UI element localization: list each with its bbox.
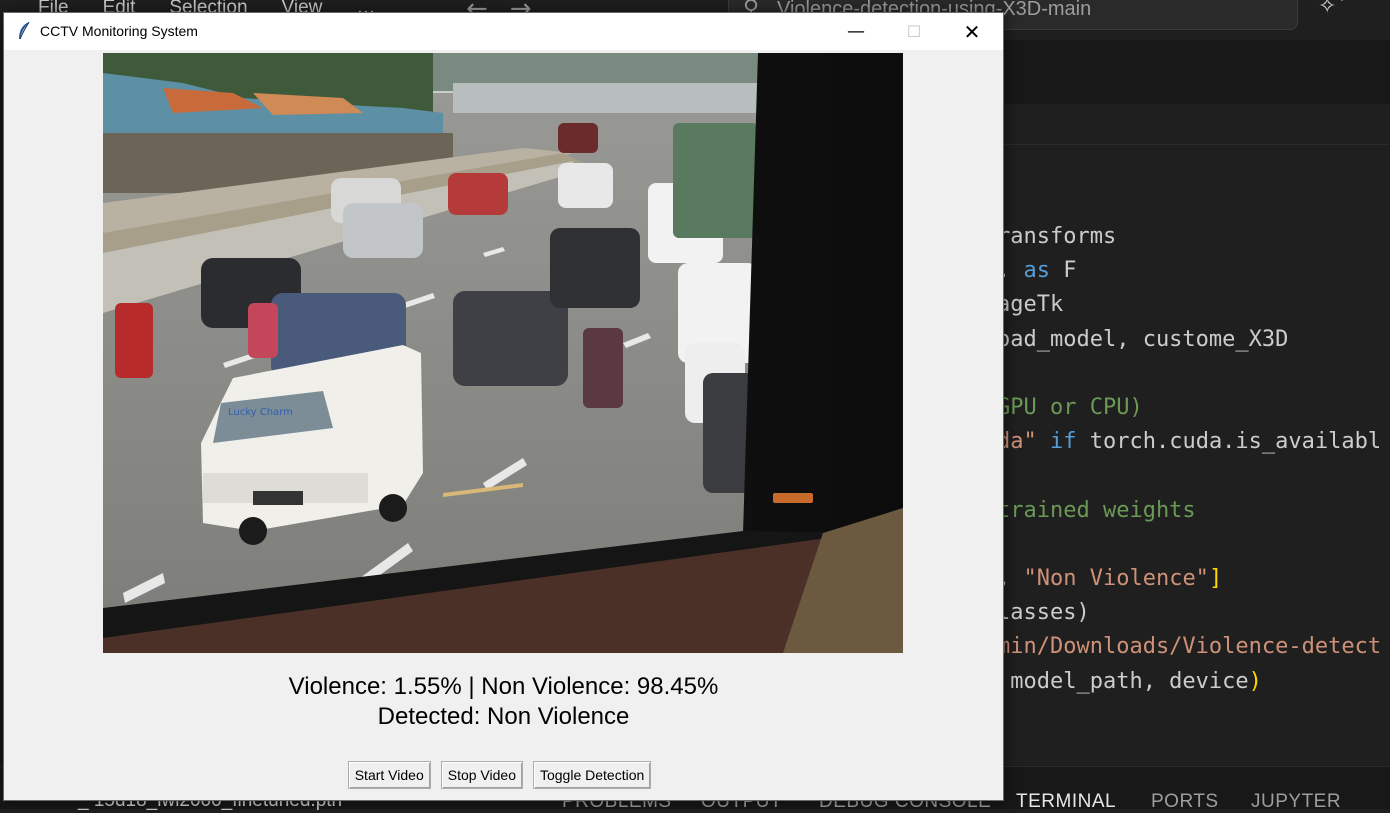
- editor-breadcrumb-bar: [1003, 104, 1390, 145]
- copilot-icon[interactable]: ✧˅: [1318, 0, 1347, 19]
- code-line: da" if torch.cuda.is_availabl: [1003, 429, 1382, 455]
- code-line: , "Non Violence"]: [1003, 566, 1223, 591]
- code-line: lasses): [1003, 600, 1090, 626]
- code-line: oad_model, custome_X3D: [1003, 326, 1289, 352]
- window-title: CCTV Monitoring System: [40, 23, 198, 39]
- window-title-bar[interactable]: CCTV Monitoring System — ☐ ✕: [4, 13, 1003, 50]
- toggle-detection-button[interactable]: Toggle Detection: [532, 761, 652, 789]
- code-line: ageTk: [1003, 292, 1064, 318]
- code-line: min/Downloads/Violence-detect: [1003, 634, 1382, 660]
- code-line: GPU or CPU): [1003, 395, 1143, 420]
- stop-video-button[interactable]: Stop Video: [440, 761, 523, 789]
- maximize-button[interactable]: ☐: [885, 13, 943, 50]
- close-button[interactable]: ✕: [943, 13, 1001, 50]
- start-video-button[interactable]: Start Video: [347, 761, 431, 789]
- code-line: ransforms: [1003, 224, 1117, 249]
- feather-icon: [19, 21, 30, 40]
- van-decal-text: Lucky Charm: [228, 407, 293, 418]
- minimize-button[interactable]: —: [827, 13, 885, 50]
- detected-label: Detected: Non Violence: [377, 703, 630, 730]
- probabilities-label: Violence: 1.55% | Non Violence: 98.45%: [288, 673, 719, 700]
- tab-ports[interactable]: PORTS: [1151, 791, 1219, 813]
- code-line: trained weights: [1003, 497, 1196, 523]
- control-buttons: Start Video Stop Video Toggle Detection: [4, 761, 1003, 789]
- editor-tab-bar: [1003, 40, 1390, 104]
- tab-terminal[interactable]: TERMINAL: [1016, 791, 1116, 813]
- code-line: . as F: [1003, 258, 1077, 284]
- cctv-frame-image: Lucky Charm: [103, 53, 903, 653]
- video-feed: Lucky Charm: [103, 53, 903, 653]
- cctv-window: CCTV Monitoring System — ☐ ✕ Lucky Charm…: [3, 12, 1004, 801]
- tab-jupyter[interactable]: JUPYTER: [1251, 791, 1341, 813]
- code-line: model_path, device): [1003, 668, 1262, 694]
- code-editor[interactable]: ransforms . as F ageTk oad_model, custome_X…: [1003, 145, 1390, 765]
